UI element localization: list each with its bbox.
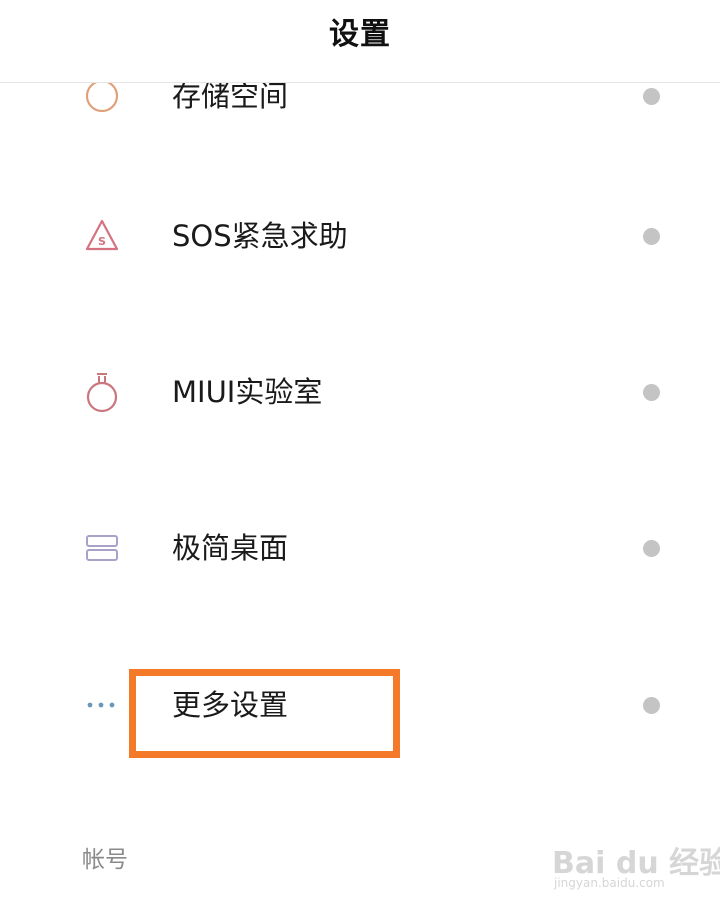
- sos-icon: S: [82, 216, 122, 256]
- settings-item-label: 存储空间: [172, 79, 289, 113]
- highlight-annotation-box: [129, 669, 400, 758]
- simple-desktop-icon: [82, 528, 122, 568]
- lab-flask-icon: [82, 372, 122, 413]
- settings-item-indicator-dot: [643, 697, 660, 714]
- settings-item-label: 极简桌面: [172, 531, 289, 565]
- settings-item-sos[interactable]: S SOS紧急求助: [0, 198, 720, 278]
- settings-item-indicator-dot: [643, 384, 660, 401]
- top-bar: 设置: [0, 0, 720, 83]
- page-title: 设置: [329, 17, 391, 52]
- settings-item-indicator-dot: [643, 228, 660, 245]
- section-header-account: 帐号: [82, 847, 128, 873]
- settings-item-label: SOS紧急求助: [172, 219, 348, 253]
- svg-text:S: S: [98, 235, 106, 248]
- settings-item-simple-desktop[interactable]: 极简桌面: [0, 510, 720, 590]
- baidu-jingyan-watermark: Bai du 经验 jingyan.baidu.com: [552, 830, 720, 896]
- settings-item-indicator-dot: [643, 88, 660, 105]
- settings-item-miui-lab[interactable]: MIUI实验室: [0, 354, 720, 434]
- settings-list: 存储空间 S SOS紧急求助 MIUI实验室 极简桌面 更多设置 帐号 Bai …: [0, 0, 720, 911]
- watermark-url: jingyan.baidu.com: [554, 876, 665, 890]
- settings-item-label: MIUI实验室: [172, 375, 323, 409]
- more-dots-icon: [82, 685, 122, 725]
- settings-item-indicator-dot: [643, 540, 660, 557]
